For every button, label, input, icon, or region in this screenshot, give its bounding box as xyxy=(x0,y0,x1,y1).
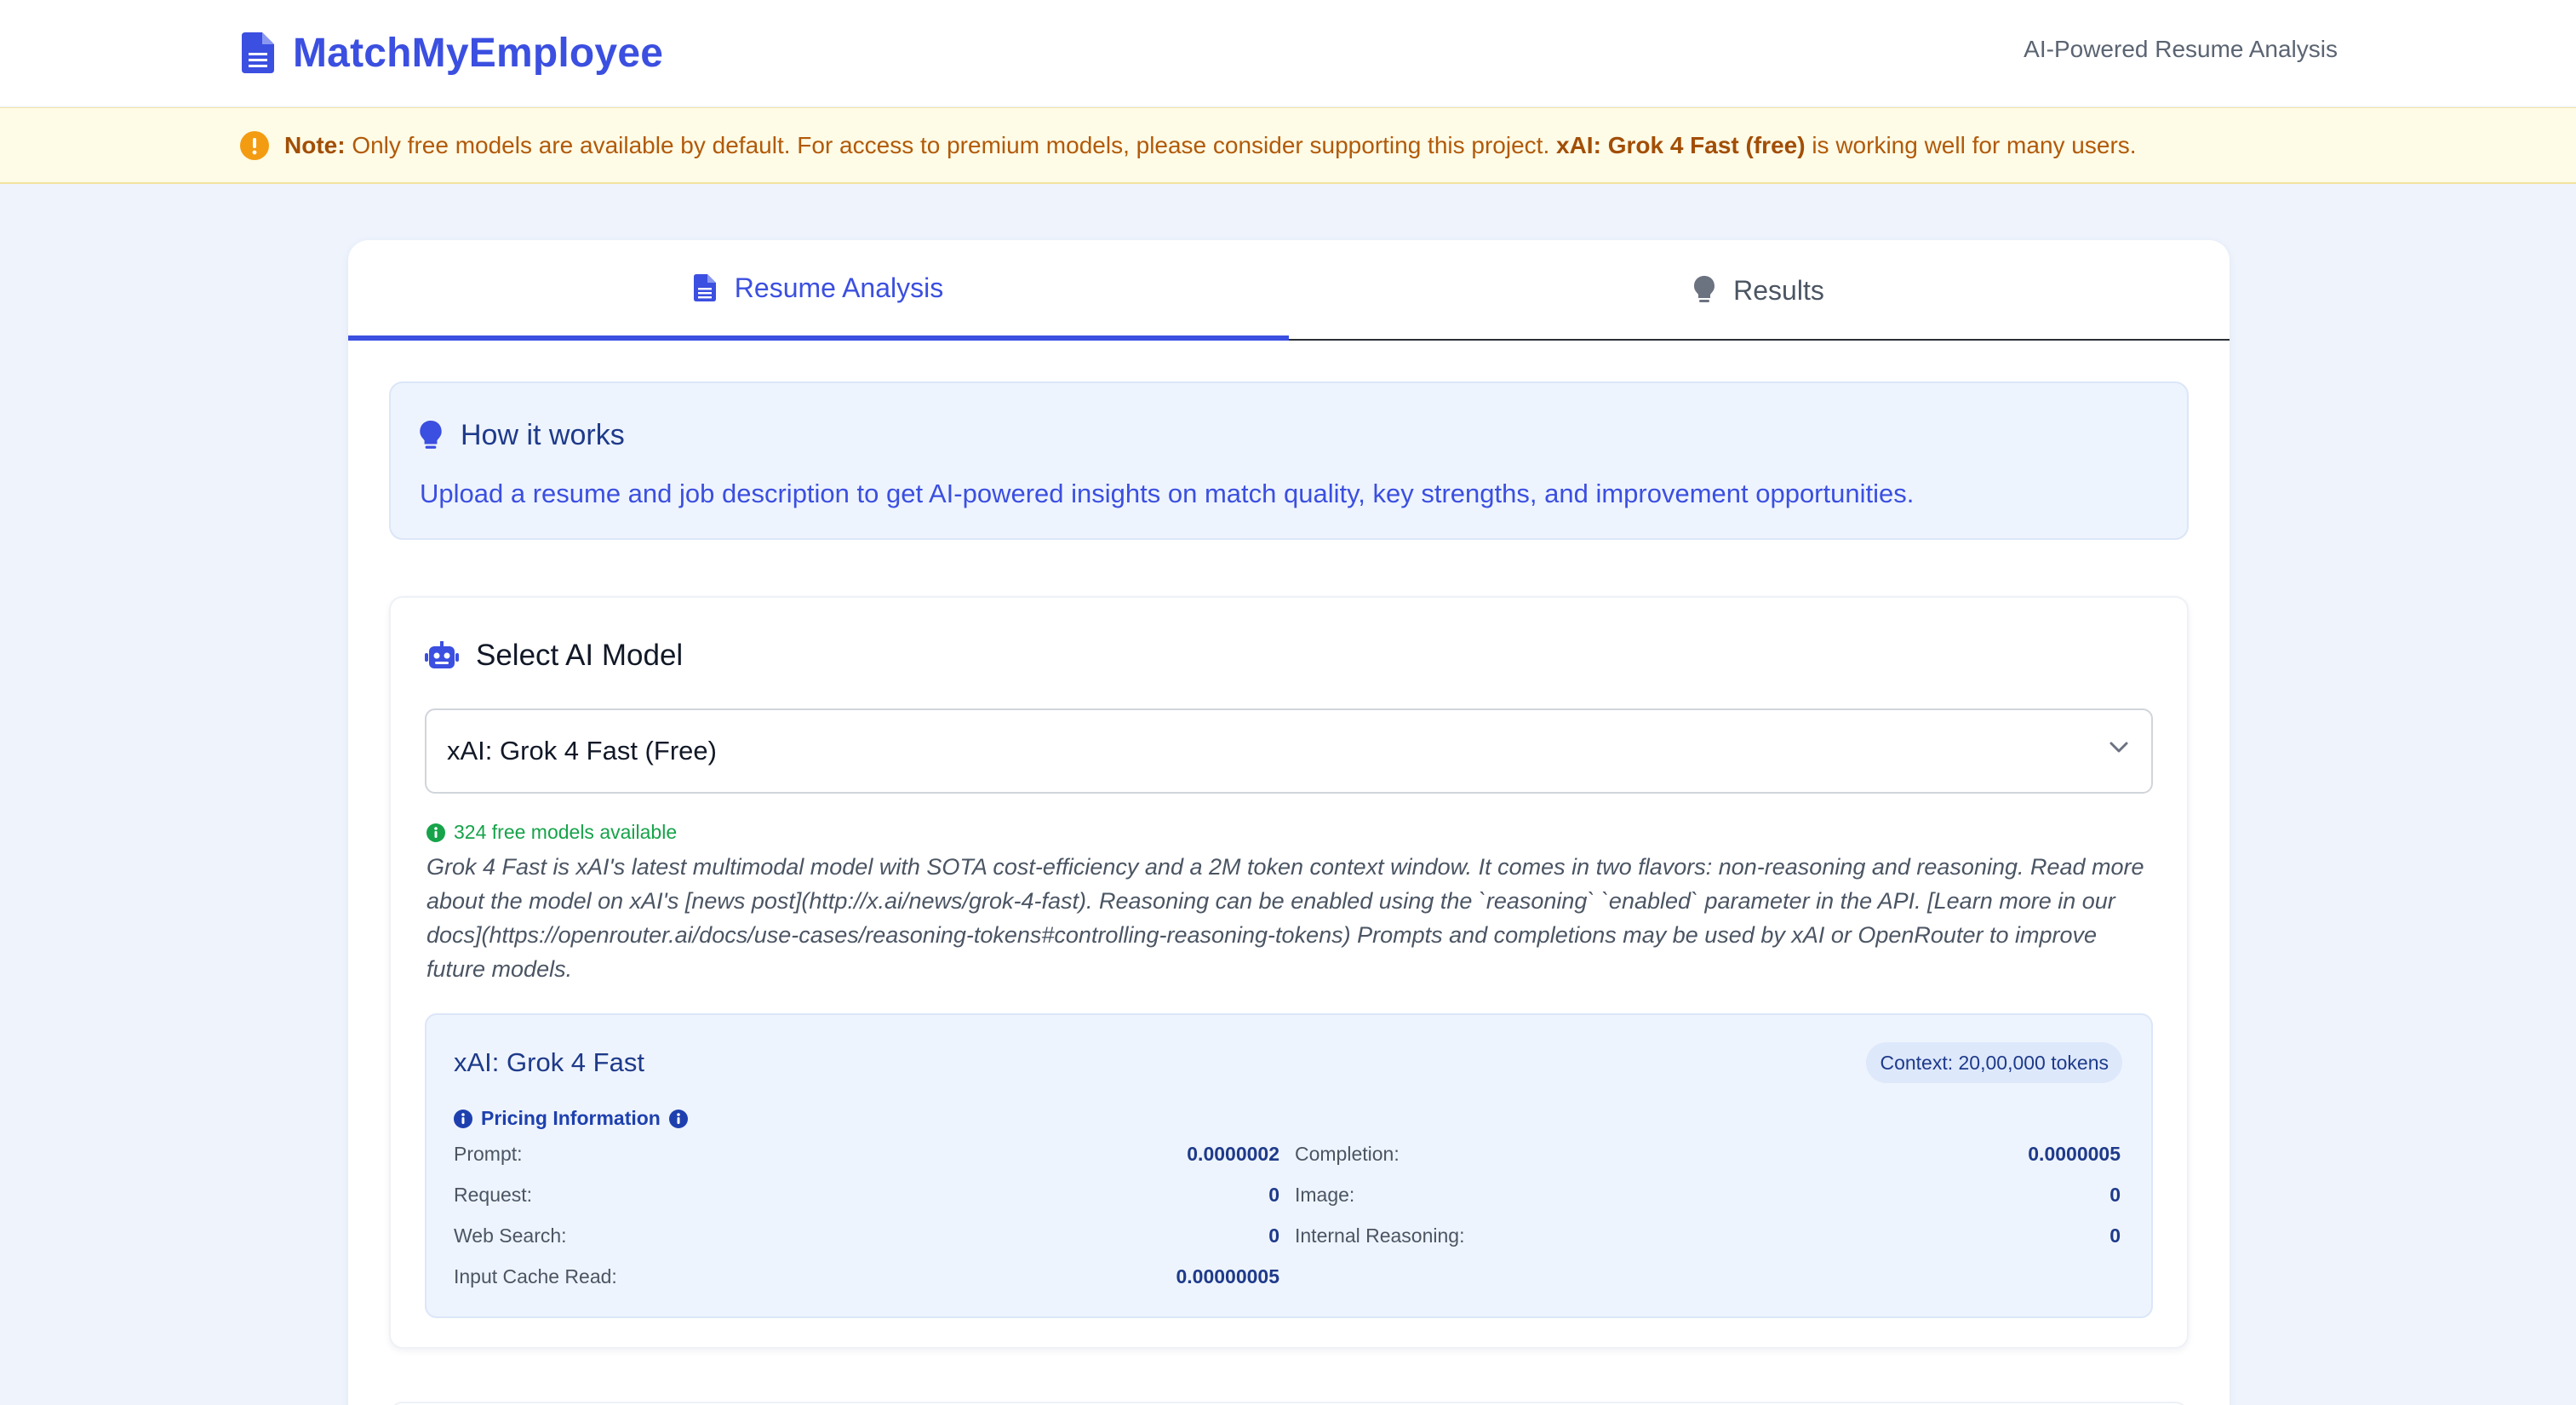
price-row-web-search: Web Search: 0 xyxy=(454,1224,1279,1250)
model-description: Grok 4 Fast is xAI's latest multimodal m… xyxy=(426,854,2144,982)
price-label: Image: xyxy=(1295,1184,1355,1206)
model-section-heading: Select AI Model xyxy=(476,639,684,672)
price-value: 0 xyxy=(1268,1224,1279,1247)
app-header: MatchMyEmployee AI-Powered Resume Analys… xyxy=(0,0,2576,107)
document-icon xyxy=(242,32,274,73)
header-tagline: AI-Powered Resume Analysis xyxy=(2024,36,2338,62)
tab-label: Results xyxy=(1733,274,1824,306)
model-detail-card: xAI: Grok 4 Fast Context: 20,00,000 toke… xyxy=(425,1013,2153,1318)
document-icon xyxy=(693,274,716,301)
notice-label: Note: xyxy=(284,131,346,158)
free-models-text: 324 free models available xyxy=(454,821,678,843)
lightbulb-icon xyxy=(1694,276,1715,305)
tab-results[interactable]: Results xyxy=(1289,240,2230,341)
price-value: 0.00000005 xyxy=(1176,1265,1279,1287)
notice-highlight: xAI: Grok 4 Fast (free) xyxy=(1556,131,1806,158)
price-label: Internal Reasoning: xyxy=(1295,1224,1465,1247)
price-row-image: Image: 0 xyxy=(1295,1184,2121,1209)
tab-label: Resume Analysis xyxy=(734,272,944,303)
model-select-dropdown[interactable]: xAI: Grok 4 Fast (Free) xyxy=(425,708,2153,794)
model-selection-panel: Select AI Model xAI: Grok 4 Fast (Free) … xyxy=(389,596,2189,1349)
main-card: Resume Analysis Results How it works Upl… xyxy=(348,240,2230,1405)
notice-banner: Note: Only free models are available by … xyxy=(0,107,2576,184)
price-value: 0 xyxy=(1268,1184,1279,1206)
price-label: Completion: xyxy=(1295,1143,1400,1165)
notice-text-before: Only free models are available by defaul… xyxy=(352,131,1550,158)
price-label: Input Cache Read: xyxy=(454,1265,617,1287)
info-icon xyxy=(454,1109,472,1128)
price-value: 0.0000005 xyxy=(2028,1143,2121,1165)
how-it-works-heading: How it works xyxy=(461,419,625,451)
price-value: 0 xyxy=(2109,1224,2121,1247)
price-label: Request: xyxy=(454,1184,533,1206)
price-row-internal-reasoning: Internal Reasoning: 0 xyxy=(1295,1224,2121,1250)
brand[interactable]: MatchMyEmployee xyxy=(242,26,663,80)
how-it-works-text: Upload a resume and job description to g… xyxy=(420,479,1915,508)
how-it-works-title: How it works xyxy=(420,419,625,452)
price-label: Web Search: xyxy=(454,1224,567,1247)
tab-bar: Resume Analysis Results xyxy=(348,240,2230,341)
robot-icon xyxy=(425,641,459,670)
price-value: 0 xyxy=(2109,1184,2121,1206)
price-value: 0.0000002 xyxy=(1187,1143,1279,1165)
price-row-request: Request: 0 xyxy=(454,1184,1279,1209)
how-it-works-panel: How it works Upload a resume and job des… xyxy=(389,381,2189,540)
model-section-title: Select AI Model xyxy=(425,639,683,673)
price-row-completion: Completion: 0.0000005 xyxy=(1295,1143,2121,1168)
pricing-title: Pricing Information xyxy=(454,1107,688,1130)
notice-text-after: is working well for many users. xyxy=(1812,131,2137,158)
info-icon xyxy=(426,823,445,842)
price-row-prompt: Prompt: 0.0000002 xyxy=(454,1143,1279,1168)
notice-text: Note: Only free models are available by … xyxy=(284,132,2137,159)
context-badge: Context: 20,00,000 tokens xyxy=(1866,1042,2122,1083)
model-name: xAI: Grok 4 Fast xyxy=(454,1047,644,1077)
next-section-edge xyxy=(389,1402,2189,1405)
pricing-heading: Pricing Information xyxy=(481,1107,661,1129)
tab-resume-analysis[interactable]: Resume Analysis xyxy=(348,240,1289,341)
brand-title: MatchMyEmployee xyxy=(293,30,664,76)
selected-model-value: xAI: Grok 4 Fast (Free) xyxy=(447,736,717,766)
price-label: Prompt: xyxy=(454,1143,523,1165)
price-row-input-cache-read: Input Cache Read: 0.00000005 xyxy=(454,1265,1279,1291)
lightbulb-icon xyxy=(420,420,442,451)
free-models-count: 324 free models available xyxy=(426,821,677,844)
info-tooltip-icon[interactable] xyxy=(668,1109,688,1128)
warning-info-icon xyxy=(240,130,269,160)
chevron-down-icon xyxy=(2109,741,2129,754)
